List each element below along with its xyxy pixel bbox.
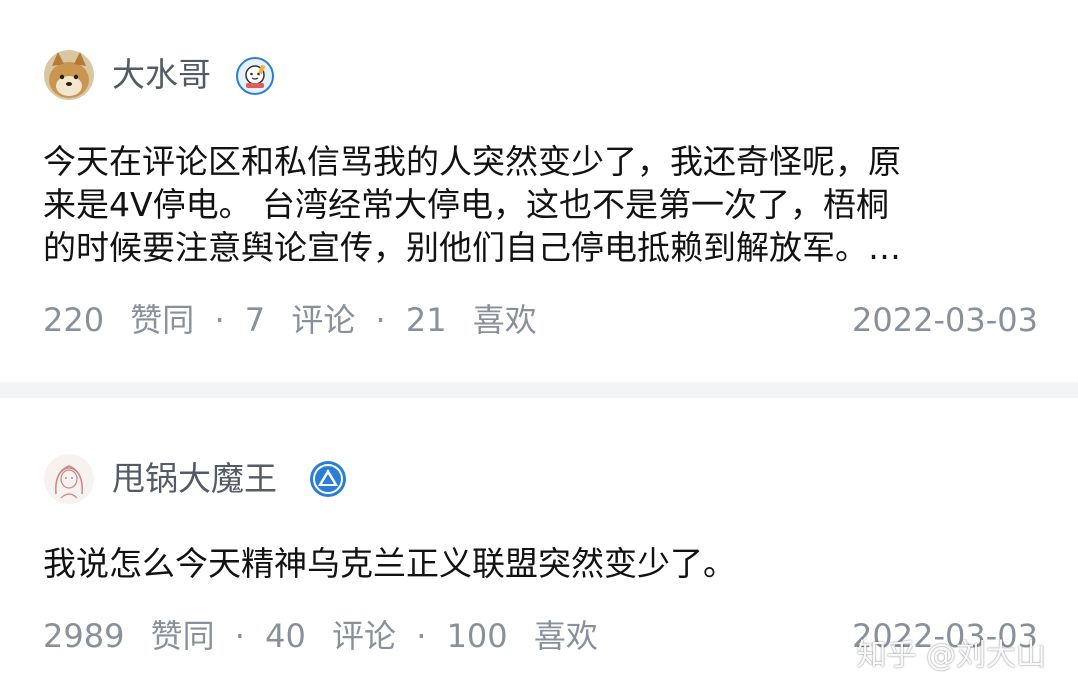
comments-count: 7: [244, 301, 266, 339]
excerpt-line: 来是4V停电。 台湾经常大停电，这也不是第一次了，梧桐: [43, 185, 890, 224]
favorites-count: 21: [405, 301, 447, 339]
answer-excerpt[interactable]: 我说怎么今天精神乌克兰正义联盟突然变少了。: [43, 542, 1038, 585]
likes-count: 220: [43, 301, 105, 339]
separator: ·: [375, 301, 386, 339]
likes-label[interactable]: 赞同: [151, 617, 215, 655]
likes-count: 2989: [43, 617, 125, 655]
likes-label[interactable]: 赞同: [130, 301, 194, 339]
sketch-girl-avatar-icon: [44, 454, 94, 504]
excerpt-line: 的时候要注意舆论宣传，别他们自己停电抵赖到解放军。…: [43, 228, 901, 267]
cartoon-creator-badge-icon: [236, 57, 274, 95]
verified-badge-icon[interactable]: [309, 460, 347, 498]
author-name[interactable]: 甩锅大魔王: [112, 459, 277, 499]
separator: ·: [214, 301, 225, 339]
favorites-count: 100: [446, 617, 508, 655]
card-divider: [0, 382, 1078, 398]
creator-badge-icon[interactable]: [236, 57, 274, 95]
separator: ·: [234, 617, 245, 655]
author-name[interactable]: 大水哥: [112, 55, 211, 95]
excerpt-line: 我说怎么今天精神乌克兰正义联盟突然变少了。: [43, 544, 736, 583]
favorites-label[interactable]: 喜欢: [534, 617, 598, 655]
avatar[interactable]: [44, 454, 94, 504]
answer-card[interactable]: 大水哥 今天在评论区和私信骂我的人突然变少了，我还奇怪呢，原 来是4V停电。 台…: [0, 0, 1078, 382]
favorites-label[interactable]: 喜欢: [473, 301, 537, 339]
answer-stats: 220 赞同 · 7 评论 · 21 喜欢: [43, 300, 537, 340]
comments-label[interactable]: 评论: [291, 301, 355, 339]
shiba-dog-avatar-icon: [44, 50, 94, 100]
separator: ·: [416, 617, 427, 655]
avatar[interactable]: [44, 50, 94, 100]
zhihu-watermark: 知乎 @刘大山: [856, 638, 1046, 673]
blue-triangle-badge-icon: [310, 461, 346, 497]
comments-count: 40: [265, 617, 306, 655]
post-date: 2022-03-03: [852, 301, 1038, 339]
comments-label[interactable]: 评论: [332, 617, 396, 655]
answer-excerpt[interactable]: 今天在评论区和私信骂我的人突然变少了，我还奇怪呢，原 来是4V停电。 台湾经常大…: [43, 140, 1038, 269]
answer-stats: 2989 赞同 · 40 评论 · 100 喜欢: [43, 616, 598, 656]
excerpt-line: 今天在评论区和私信骂我的人突然变少了，我还奇怪呢，原: [43, 142, 901, 181]
